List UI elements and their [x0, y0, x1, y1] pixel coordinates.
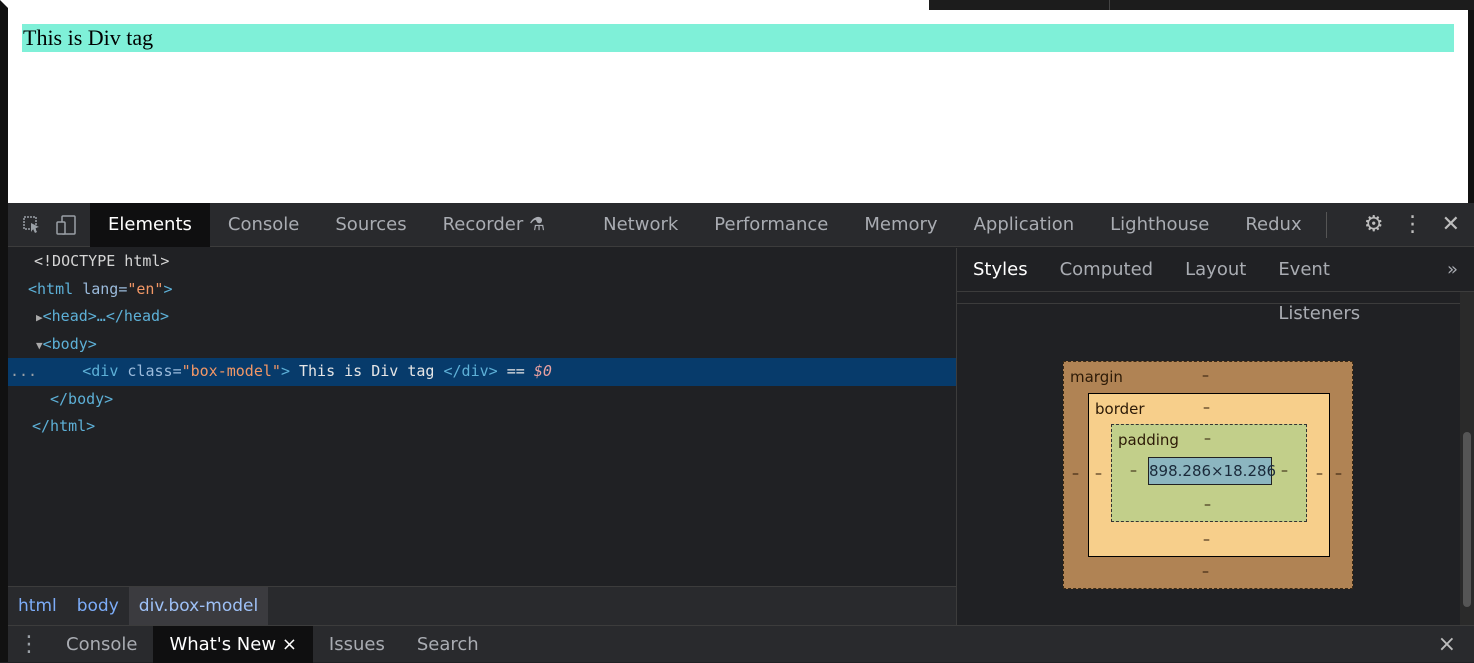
tab-computed[interactable]: Computed — [1044, 248, 1170, 292]
border-right-value[interactable]: – — [1316, 466, 1323, 482]
tab-memory[interactable]: Memory — [846, 203, 955, 247]
border-label: border — [1095, 400, 1145, 418]
html-tag-name: html — [37, 279, 74, 298]
elements-tree: <!DOCTYPE html> <html lang="en"> ▶<head>… — [8, 248, 956, 586]
ellipsis-icon[interactable]: ... — [10, 362, 37, 380]
drawer-tab-console[interactable]: Console — [50, 626, 153, 663]
dom-doctype[interactable]: <!DOCTYPE html> — [8, 248, 956, 276]
sidebar-tabs: Styles Computed Layout Event Listeners » — [957, 248, 1474, 324]
devtools-actions: ⚙ ⋮ ✕ — [1364, 212, 1474, 237]
tab-layout[interactable]: Layout — [1169, 248, 1262, 292]
tab-sources[interactable]: Sources — [317, 203, 424, 247]
scrollbar-thumb[interactable] — [1463, 432, 1471, 607]
tab-application[interactable]: Application — [956, 203, 1093, 247]
doctype-text: <!DOCTYPE html> — [34, 252, 170, 270]
dom-html-close[interactable]: </html> — [8, 413, 956, 441]
margin-top-value[interactable]: – — [1202, 368, 1209, 384]
close-drawer-icon[interactable]: × — [1438, 632, 1474, 657]
box-model-border[interactable]: border – – – – padding – – – – 898.286×1… — [1088, 393, 1330, 557]
border-bottom-value[interactable]: – — [1203, 532, 1210, 548]
padding-label: padding — [1118, 431, 1179, 449]
head-tag: <head>…</head> — [42, 307, 170, 325]
tab-console[interactable]: Console — [210, 203, 317, 247]
devtools-tabbar: Elements Console Sources Recorder ⚗ Netw… — [8, 202, 1474, 247]
border-top-value[interactable]: – — [1203, 400, 1210, 416]
inspect-icon[interactable] — [18, 211, 46, 239]
close-tab-icon[interactable]: × — [282, 634, 297, 655]
tab-recorder[interactable]: Recorder ⚗ — [425, 203, 564, 247]
more-tabs-icon[interactable]: » — [1431, 248, 1474, 292]
device-toggle-icon[interactable] — [52, 211, 80, 239]
tab-redux[interactable]: Redux — [1227, 203, 1319, 247]
box-model-div: This is Div tag — [22, 24, 1454, 52]
box-model-margin[interactable]: margin – – – – border – – – – padding – … — [1063, 361, 1353, 589]
kebab-icon[interactable]: ⋮ — [1402, 212, 1424, 237]
drawer-tab-whats-new-label: What's New — [169, 633, 277, 655]
breadcrumb-html[interactable]: html — [8, 587, 67, 626]
tab-recorder-label: Recorder — [442, 213, 524, 235]
window-top-strip — [929, 0, 1474, 10]
div-attr-name: class — [127, 362, 173, 380]
tab-network[interactable]: Network — [585, 203, 696, 247]
div-eq: == — [497, 362, 534, 380]
dom-head[interactable]: ▶<head>…</head> — [8, 303, 956, 331]
dollar-zero: $0 — [533, 362, 552, 380]
dom-body[interactable]: ▼<body> — [8, 331, 956, 359]
breadcrumb-body[interactable]: body — [67, 587, 129, 626]
tab-event-listeners[interactable]: Event Listeners — [1262, 248, 1431, 324]
breadcrumb: html body div.box-model — [8, 586, 956, 626]
div-attr-value: "box-model" — [181, 362, 281, 380]
sidebar-scrollbar[interactable] — [1460, 292, 1474, 625]
padding-left-value[interactable]: – — [1130, 463, 1137, 479]
drawer-tab-search[interactable]: Search — [401, 626, 495, 663]
page-viewport: This is Div tag — [0, 0, 1474, 203]
dom-div-selected[interactable]: ... <div class="box-model"> This is Div … — [8, 358, 956, 386]
gear-icon[interactable]: ⚙ — [1364, 212, 1384, 237]
tab-lighthouse[interactable]: Lighthouse — [1092, 203, 1227, 247]
styles-sidebar: Styles Computed Layout Event Listeners »… — [956, 248, 1474, 625]
margin-left-value[interactable]: – — [1072, 466, 1079, 482]
border-left-value[interactable]: – — [1095, 466, 1102, 482]
div-tag-name: div — [91, 362, 119, 380]
padding-top-value[interactable]: – — [1204, 431, 1211, 447]
tab-separator — [1325, 211, 1327, 238]
drawer-tab-whats-new[interactable]: What's New × — [153, 625, 313, 663]
close-icon[interactable]: ✕ — [1442, 212, 1460, 237]
margin-label: margin — [1070, 368, 1123, 386]
styles-filter-edge — [957, 292, 1474, 304]
body-tag: <body> — [42, 334, 97, 353]
box-model-padding[interactable]: padding – – – – 898.286×18.286 — [1111, 424, 1307, 522]
tab-performance[interactable]: Performance — [696, 203, 846, 247]
dom-body-close[interactable]: </body> — [8, 386, 956, 414]
div-text: This is Div tag — [289, 362, 444, 380]
html-attr-value: "en" — [127, 279, 164, 298]
margin-bottom-value[interactable]: – — [1202, 564, 1209, 580]
margin-right-value[interactable]: – — [1335, 466, 1342, 482]
drawer-tabbar: ⋮ Console What's New × Issues Search × — [8, 625, 1474, 663]
drawer-tab-issues[interactable]: Issues — [313, 626, 401, 663]
flask-icon: ⚗ — [528, 213, 546, 235]
body-close-tag: </body> — [50, 389, 114, 408]
padding-right-value[interactable]: – — [1281, 463, 1288, 479]
html-attr-name: lang — [82, 279, 119, 298]
padding-bottom-value[interactable]: – — [1204, 497, 1211, 513]
tab-styles[interactable]: Styles — [957, 248, 1044, 292]
html-close-tag: </html> — [32, 417, 96, 435]
devtools-panel: Elements Console Sources Recorder ⚗ Netw… — [0, 202, 1474, 663]
drawer-menu-icon[interactable]: ⋮ — [8, 632, 50, 657]
dom-html[interactable]: <html lang="en"> — [8, 276, 956, 304]
tab-elements[interactable]: Elements — [90, 202, 210, 247]
breadcrumb-div[interactable]: div.box-model — [128, 586, 269, 626]
triangle-down-icon[interactable]: ▼ — [36, 339, 43, 352]
box-model-content[interactable]: 898.286×18.286 — [1148, 457, 1276, 485]
div-close-tag: </div> — [443, 362, 498, 380]
triangle-right-icon[interactable]: ▶ — [36, 311, 43, 324]
